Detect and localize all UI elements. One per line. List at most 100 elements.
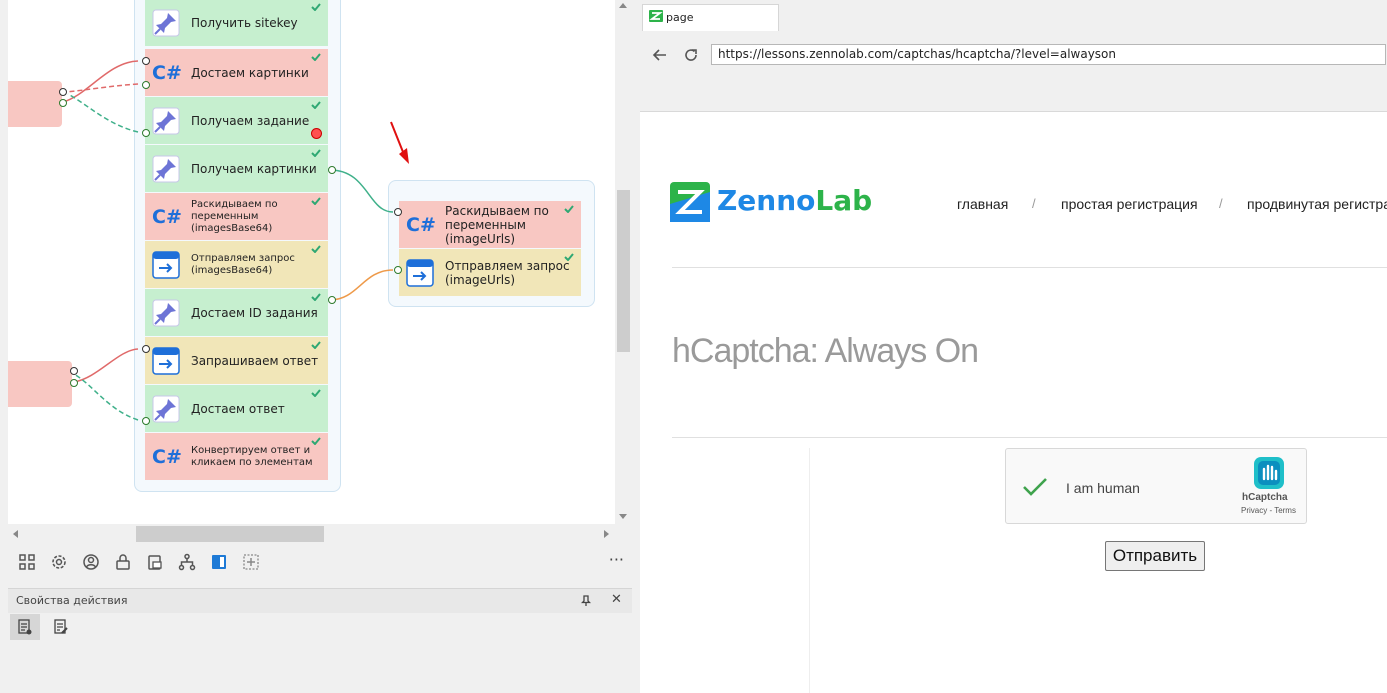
submit-button[interactable]: Отправить (1105, 541, 1205, 571)
workflow-canvas[interactable]: Получить sitekey C# Достаем картинки Получа… (8, 0, 615, 524)
port[interactable] (328, 166, 336, 174)
port[interactable] (59, 88, 67, 96)
status-check-icon (311, 3, 321, 11)
nav-separator: / (1219, 196, 1223, 211)
browser-toolbar-strip (640, 81, 1387, 112)
status-check-icon (564, 253, 574, 261)
reload-icon[interactable] (683, 47, 699, 63)
connection-line (65, 83, 139, 93)
properties-tab-active[interactable] (10, 614, 40, 640)
grid-icon[interactable] (18, 553, 36, 571)
tab-bar: page (640, 0, 1387, 32)
horizontal-scroll-thumb[interactable] (136, 526, 324, 542)
block-label: Запрашиваем ответ (191, 353, 319, 368)
connection-line (73, 373, 139, 421)
pin-tool-icon (152, 107, 180, 135)
vertical-scrollbar[interactable] (615, 0, 632, 524)
port[interactable] (142, 417, 150, 425)
workflow-block[interactable]: C# Достаем картинки (145, 49, 328, 96)
port[interactable] (328, 296, 336, 304)
http-request-icon (406, 259, 434, 287)
navigation-bar: https://lessons.zennolab.com/captchas/hc… (640, 31, 1387, 81)
nav-link-simple-registration[interactable]: простая регистрация (1061, 196, 1198, 212)
port[interactable] (142, 345, 150, 353)
annotation-arrow-head (399, 148, 409, 164)
user-icon[interactable] (82, 553, 100, 571)
horizontal-scrollbar[interactable] (8, 524, 615, 544)
vertical-scroll-thumb[interactable] (617, 190, 630, 352)
workflow-block[interactable]: Получить sitekey (145, 0, 328, 46)
scroll-up-icon[interactable] (619, 3, 627, 8)
pin-icon[interactable] (581, 595, 591, 607)
port[interactable] (59, 99, 67, 107)
page-heading: hCaptcha: Always On (672, 332, 979, 370)
nav-link-advanced-registration[interactable]: продвинутая регистра (1247, 196, 1387, 212)
csharp-icon: C# (152, 62, 182, 84)
address-bar[interactable]: https://lessons.zennolab.com/captchas/hc… (711, 44, 1386, 65)
workflow-block[interactable]: Отправляем запрос (imageUrls) (399, 249, 581, 296)
block-label: Отправляем запрос (imagesBase64) (191, 252, 295, 276)
book-icon[interactable] (210, 553, 228, 571)
workflow-block[interactable]: Отправляем запрос (imagesBase64) (145, 241, 328, 288)
status-check-icon (311, 149, 321, 157)
workflow-block[interactable]: C# Конвертируем ответ и кликаем по элемен… (145, 433, 328, 480)
pane-splitter[interactable] (632, 0, 640, 693)
port[interactable] (70, 367, 78, 375)
block-label: Достаем картинки (191, 65, 309, 80)
block-label: Достаем ответ (191, 401, 285, 416)
database-icon[interactable] (146, 553, 164, 571)
port[interactable] (394, 208, 402, 216)
tab-title: page (666, 11, 694, 24)
status-check-icon (311, 245, 321, 253)
port[interactable] (142, 81, 150, 89)
status-check-icon (311, 101, 321, 109)
workflow-block[interactable]: Получаем задание (145, 97, 328, 144)
more-options-button[interactable]: ··· (609, 550, 624, 569)
status-check-icon (311, 341, 321, 349)
hierarchy-icon[interactable] (178, 553, 196, 571)
checkmark-icon[interactable] (1022, 476, 1048, 498)
block-label: Конвертируем ответ и кликаем по элемента… (191, 444, 313, 468)
pin-tool-icon (152, 155, 180, 183)
connection-line (62, 60, 139, 103)
zennolab-logo-icon (670, 182, 710, 222)
edit-list-icon (54, 619, 68, 634)
status-check-icon (311, 293, 321, 301)
browser-pane: page https://lessons.zennolab.com/captch… (640, 0, 1387, 693)
workflow-block[interactable]: C# Раскидываем по переменным (imageUrls) (399, 201, 581, 248)
close-panel-button[interactable]: ✕ (611, 592, 622, 607)
workflow-block[interactable]: Достаем ID задания (145, 289, 328, 336)
csharp-icon: C# (152, 446, 182, 468)
add-frame-icon[interactable] (242, 553, 260, 571)
connection-line (73, 348, 139, 383)
workflow-block[interactable]: Получаем картинки (145, 145, 328, 192)
nav-link-home[interactable]: главная (957, 196, 1008, 212)
header-divider (672, 267, 1387, 268)
zennolab-logo-text[interactable]: ZennoLab (717, 184, 872, 217)
port[interactable] (142, 129, 150, 137)
status-check-icon (311, 197, 321, 205)
csharp-icon: C# (406, 214, 436, 236)
connection-line (67, 93, 139, 133)
properties-tab[interactable] (46, 614, 76, 640)
workflow-block[interactable]: Достаем ответ (145, 385, 328, 432)
gear-icon[interactable] (50, 553, 68, 571)
workflow-block[interactable]: C# Раскидываем по переменным (imagesBase6… (145, 193, 328, 240)
lock-icon[interactable] (114, 553, 132, 571)
scroll-right-icon[interactable] (604, 530, 609, 538)
scroll-left-icon[interactable] (13, 530, 18, 538)
scroll-down-icon[interactable] (619, 514, 627, 519)
browser-tab[interactable]: page (642, 4, 779, 32)
privacy-terms-links[interactable]: Privacy - Terms (1241, 506, 1296, 515)
port[interactable] (394, 266, 402, 274)
connection-line (329, 169, 394, 213)
pin-tool-icon (152, 395, 180, 423)
port[interactable] (70, 379, 78, 387)
annotation-arrow (390, 121, 404, 153)
hcaptcha-widget: I am human hCaptcha Privacy - Terms (1005, 448, 1307, 524)
block-label: Раскидываем по переменным (imageUrls) (445, 203, 549, 246)
status-check-icon (311, 437, 321, 445)
port[interactable] (142, 57, 150, 65)
back-arrow-icon[interactable] (652, 47, 668, 63)
workflow-block[interactable]: Запрашиваем ответ (145, 337, 328, 384)
